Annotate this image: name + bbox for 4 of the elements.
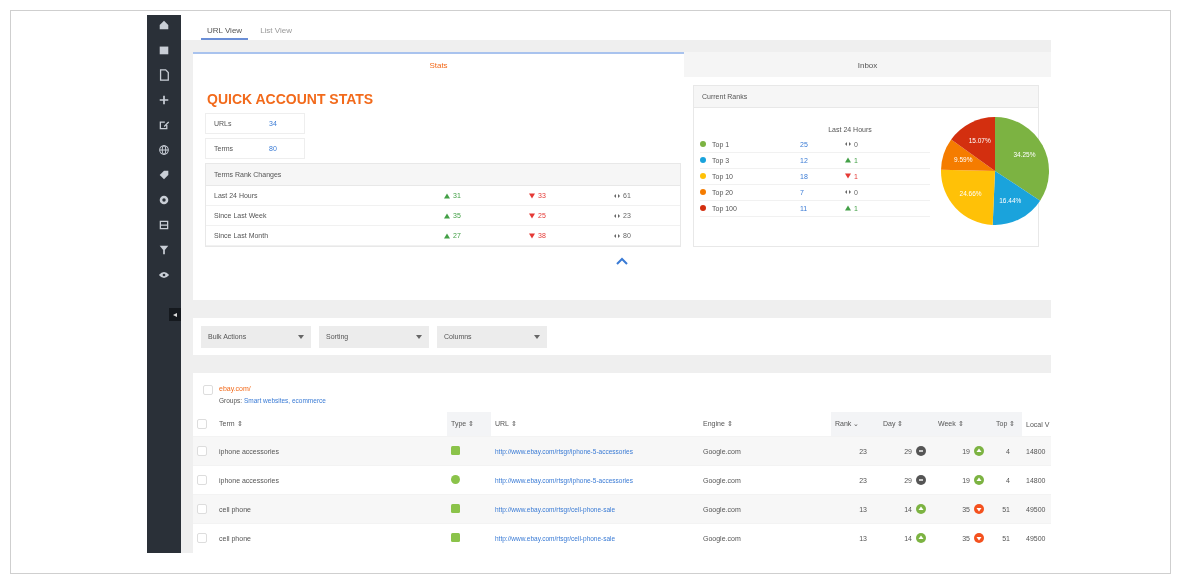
panel-tab[interactable]: Inbox xyxy=(684,52,1051,77)
collapse-button[interactable]: ◂ xyxy=(169,308,181,321)
view-tab[interactable]: URL View xyxy=(201,15,249,40)
stats-title: QUICK ACCOUNT STATS xyxy=(207,91,375,107)
